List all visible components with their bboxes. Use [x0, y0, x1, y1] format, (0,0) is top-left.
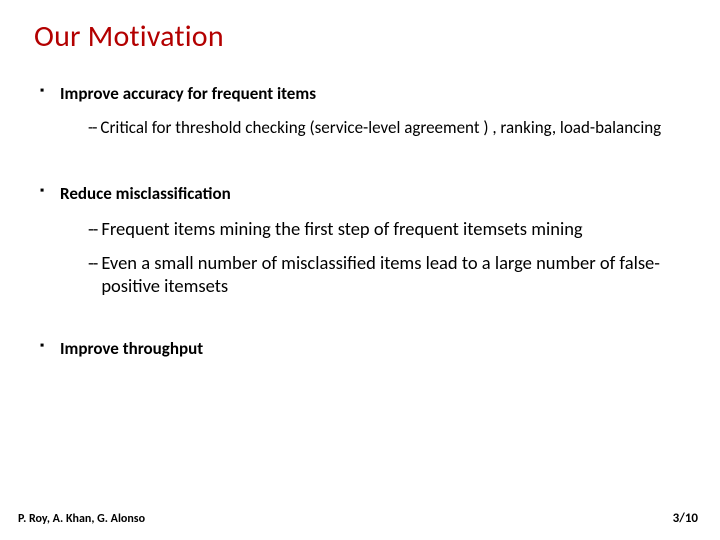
bullet-item: Improve throughput	[34, 338, 686, 360]
bullet-item: Reduce misclassification -- Frequent ite…	[34, 183, 686, 298]
slide: Our Motivation Improve accuracy for freq…	[0, 0, 720, 540]
sub-bullet-text: Even a small number of misclassified ite…	[101, 251, 686, 298]
bullet-head: Improve throughput	[60, 338, 686, 360]
footer-authors: P. Roy, A. Khan, G. Alonso	[18, 512, 145, 526]
dash-icon: --	[88, 117, 96, 139]
dash-icon: --	[88, 217, 97, 241]
dash-icon: --	[88, 251, 97, 298]
slide-title: Our Motivation	[34, 18, 686, 55]
bullet-head: Reduce misclassification	[60, 183, 686, 205]
bullet-item: Improve accuracy for frequent items -- C…	[34, 83, 686, 139]
sub-bullet-text: Frequent items mining the first step of …	[101, 217, 686, 241]
sub-bullet: -- Even a small number of misclassified …	[88, 251, 686, 298]
bullet-head: Improve accuracy for frequent items	[60, 83, 686, 105]
sub-bullet: -- Frequent items mining the first step …	[88, 217, 686, 241]
page-number: 3/10	[673, 511, 698, 526]
sub-bullet-text: Critical for threshold checking (service…	[100, 117, 686, 139]
bullet-list: Improve accuracy for frequent items -- C…	[34, 83, 686, 360]
sub-bullet: -- Critical for threshold checking (serv…	[88, 117, 686, 139]
